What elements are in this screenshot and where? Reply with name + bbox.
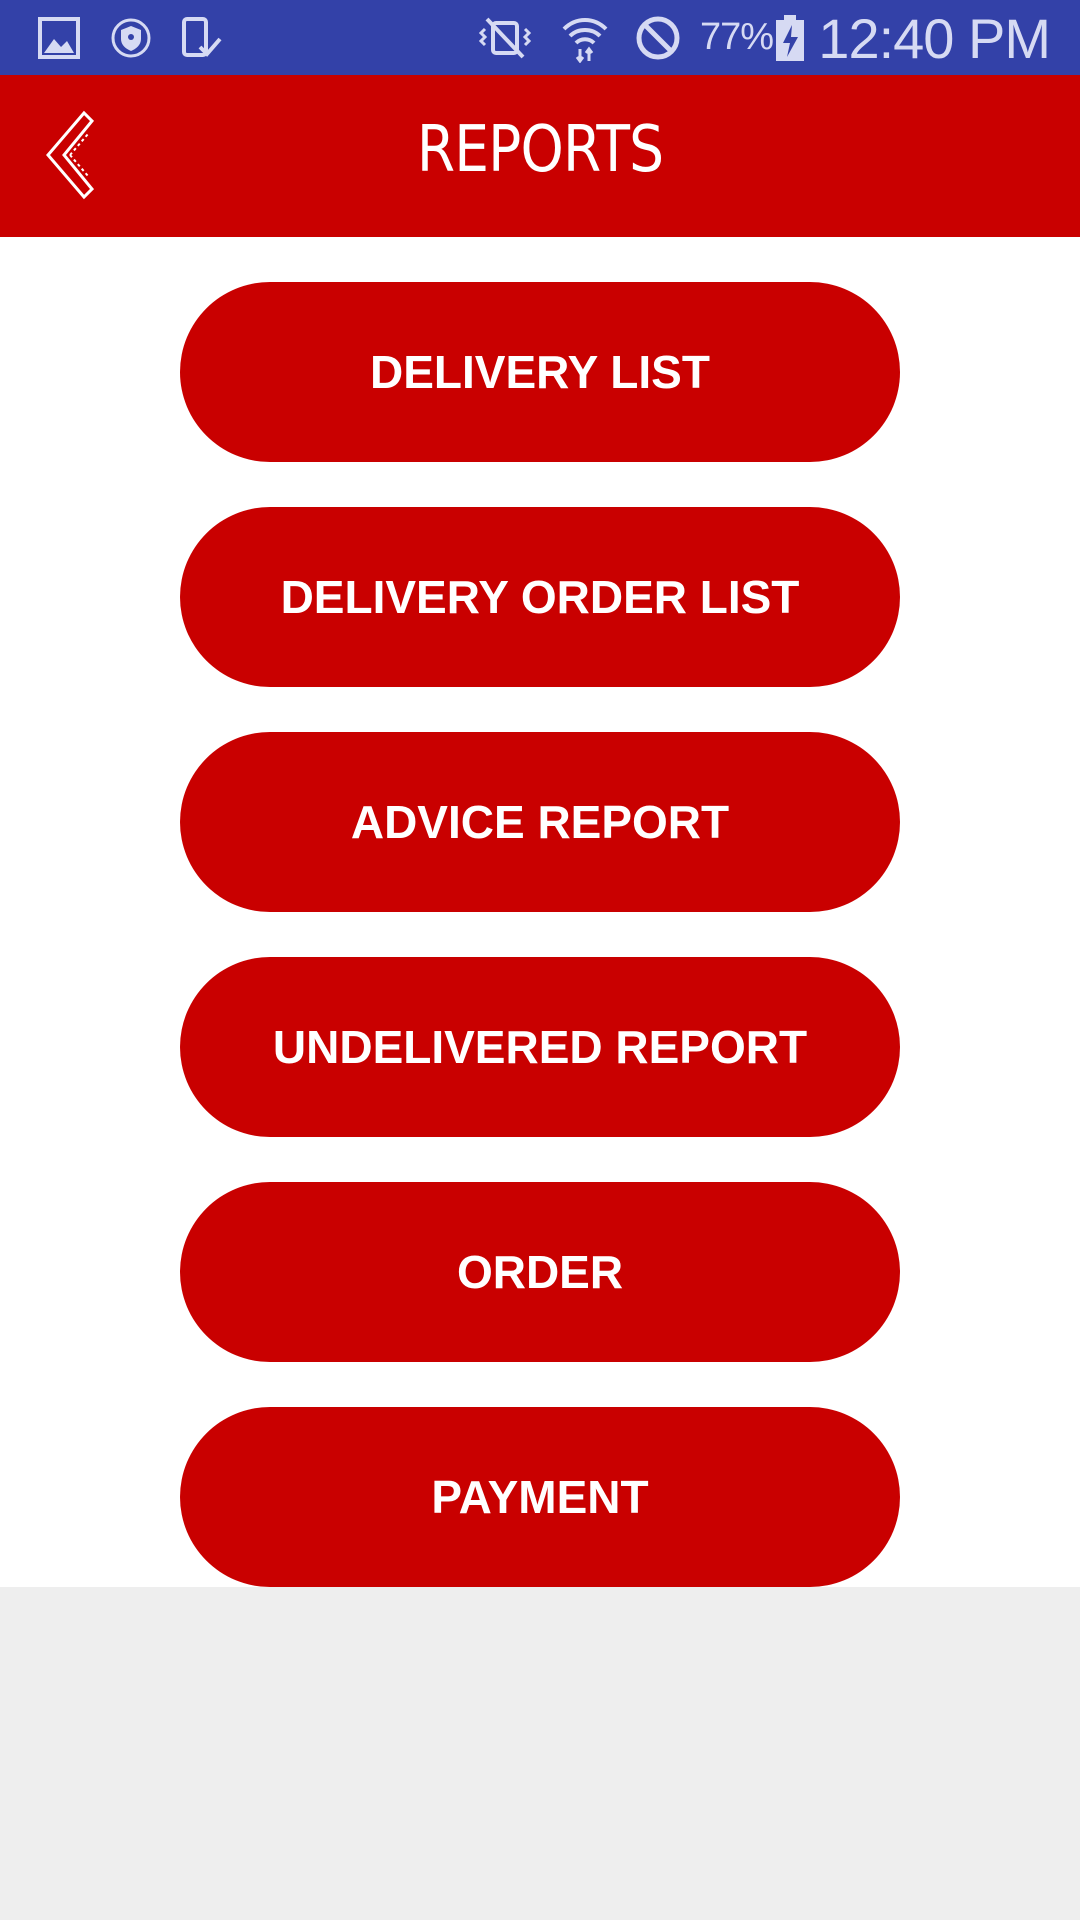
battery-charging-icon [772,13,808,63]
reports-menu: DELIVERY LIST DELIVERY ORDER LIST ADVICE… [0,237,1080,1587]
page-title: REPORTS [416,113,664,187]
delivery-list-button[interactable]: DELIVERY LIST [180,282,900,462]
order-button[interactable]: ORDER [180,1182,900,1362]
battery-percent: 77% [700,16,774,58]
clock: 12:40 PM [818,7,1051,70]
device-check-icon [176,13,226,63]
vibrate-mute-icon [475,13,535,63]
undelivered-report-button[interactable]: UNDELIVERED REPORT [180,957,900,1137]
payment-button[interactable]: PAYMENT [180,1407,900,1587]
advice-report-button[interactable]: ADVICE REPORT [180,732,900,912]
wifi-icon [560,13,610,63]
delivery-order-list-button[interactable]: DELIVERY ORDER LIST [180,507,900,687]
do-not-disturb-icon [633,13,683,63]
empty-area [0,1587,1080,1920]
status-bar: 77% 12:40 PM [0,0,1080,75]
app-bar: REPORTS [0,75,1080,237]
gallery-icon [34,13,84,63]
vpn-shield-icon [106,13,156,63]
